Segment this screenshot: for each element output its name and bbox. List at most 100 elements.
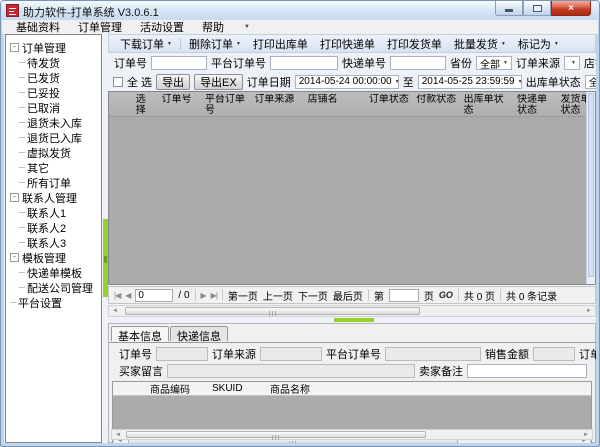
select-all-checkbox[interactable] [113, 77, 123, 87]
grip-icon [289, 441, 298, 443]
detail-order-no-input[interactable] [156, 347, 208, 361]
sidebar-item-return-not-in[interactable]: 退货未入库 [6, 115, 101, 130]
sidebar-item-delivery-company[interactable]: 配送公司管理 [6, 280, 101, 295]
last-page-icon[interactable]: ▶| [211, 291, 217, 300]
collapse-icon[interactable]: - [10, 193, 19, 202]
col-express-status[interactable]: 快递单状态 [514, 94, 557, 116]
splitter-handle[interactable] [334, 318, 374, 322]
scrollbar-thumb[interactable] [588, 93, 594, 277]
total-pages-text: 共 0 页 [464, 288, 495, 303]
sidebar-item-platform-settings[interactable]: 平台设置 [6, 295, 101, 310]
order-source-select[interactable]: ▼ [564, 56, 580, 70]
sidebar-item-template-management[interactable]: -模板管理 [6, 250, 101, 265]
detail-order-source-input[interactable] [260, 347, 322, 361]
menu-help[interactable]: 帮助 [202, 19, 234, 35]
go-button[interactable]: GO [439, 290, 453, 300]
menu-activity-settings[interactable]: 活动设置 [140, 19, 194, 35]
export-button[interactable]: 导出 [156, 74, 190, 90]
print-shipping-button[interactable]: 打印发货单 [381, 36, 448, 52]
first-page-icon[interactable]: |◀ [114, 291, 120, 300]
sku-col-product-code[interactable]: 商品编码 [147, 381, 209, 396]
mark-as-button[interactable]: 标记为▼ [512, 36, 565, 52]
scroll-left-icon[interactable]: ◄ [109, 306, 121, 316]
sku-grid-header: 商品编码 SKUID 商品名称 [113, 382, 591, 396]
col-order-status[interactable]: 订单状态 [366, 94, 413, 116]
panel-horizontal-scrollbar[interactable]: ◄ ► [111, 429, 593, 440]
last-page-link[interactable]: 最后页 [333, 288, 363, 303]
sidebar-item-all-orders[interactable]: 所有订单 [6, 175, 101, 190]
col-select[interactable]: 选择 [133, 94, 159, 116]
next-page-icon[interactable]: ▶ [201, 291, 206, 300]
scroll-right-icon[interactable]: ► [583, 306, 595, 316]
col-order-source[interactable]: 订单来源 [251, 94, 304, 116]
grid-horizontal-scrollbar[interactable]: ◄ ► [108, 305, 596, 317]
platform-order-no-input[interactable] [270, 56, 338, 70]
detail-sales-amount-input[interactable] [533, 347, 575, 361]
menu-base-data[interactable]: 基础资料 [16, 19, 70, 35]
close-button[interactable]: × [551, 1, 591, 16]
scroll-right-icon[interactable]: ► [580, 430, 592, 439]
order-no-input[interactable] [151, 56, 207, 70]
tab-basic-info[interactable]: 基本信息 [111, 326, 169, 341]
export-ex-button[interactable]: 导出EX [194, 74, 243, 90]
scroll-left-icon[interactable]: ◄ [112, 430, 124, 439]
sidebar-item-contacts-management[interactable]: -联系人管理 [6, 190, 101, 205]
horizontal-splitter[interactable] [108, 318, 596, 322]
delete-orders-button[interactable]: 删除订单▼ [183, 36, 247, 52]
batch-ship-button[interactable]: 批量发货▼ [448, 36, 512, 52]
seller-note-input[interactable] [467, 364, 587, 378]
current-page-input[interactable] [135, 289, 173, 302]
download-orders-button[interactable]: 下载订单▼ [114, 36, 178, 52]
date-to-picker[interactable]: 2014-05-25 23:59:59▼ [418, 75, 522, 89]
express-no-input[interactable] [390, 56, 446, 70]
tab-express-info[interactable]: 快递信息 [170, 326, 228, 341]
print-outbound-button[interactable]: 打印出库单 [247, 36, 314, 52]
detail-platform-order-no-input[interactable] [385, 347, 481, 361]
col-payment-status[interactable]: 付款状态 [413, 94, 460, 116]
date-from-picker[interactable]: 2014-05-24 00:00:00▼ [295, 75, 399, 89]
sidebar-item-other[interactable]: 其它 [6, 160, 101, 175]
buyer-message-input[interactable] [167, 364, 415, 378]
col-shop-name[interactable]: 店铺名 [305, 94, 366, 116]
goto-page-input[interactable] [389, 289, 419, 302]
menu-bar: 基础资料 订单管理 活动设置 帮助 ▼ [2, 20, 598, 34]
tree-line [19, 212, 25, 213]
maximize-button[interactable] [523, 1, 551, 16]
sidebar-item-shipped[interactable]: 已发货 [6, 70, 101, 85]
main-area: 下载订单▼ 删除订单▼ 打印出库单 打印快递单 打印发货单 批量发货▼ 标记为▼… [108, 34, 596, 443]
scrollbar-thumb[interactable] [126, 431, 426, 438]
sidebar-item-express-template[interactable]: 快递单模板 [6, 265, 101, 280]
sidebar-item-virtual-ship[interactable]: 虚拟发货 [6, 145, 101, 160]
menu-order-management[interactable]: 订单管理 [78, 19, 132, 35]
col-order-no[interactable]: 订单号 [158, 94, 201, 116]
sidebar-item-order-management[interactable]: -订单管理 [6, 40, 101, 55]
total-records-text: 共 0 条记录 [506, 288, 557, 303]
close-icon: × [568, 3, 574, 14]
col-platform-order-no[interactable]: 平台订单号 [202, 94, 251, 116]
grid-vertical-scrollbar[interactable] [586, 92, 595, 284]
next-page-link[interactable]: 下一页 [298, 288, 328, 303]
col-outbound-status[interactable]: 出库单状态 [461, 94, 514, 116]
sidebar-item-return-in[interactable]: 退货已入库 [6, 130, 101, 145]
sidebar-item-contact2[interactable]: 联系人2 [6, 220, 101, 235]
outbound-status-select[interactable]: 全部▼ [585, 75, 596, 89]
collapse-icon[interactable]: - [10, 43, 19, 52]
prev-page-link[interactable]: 上一页 [263, 288, 293, 303]
sidebar-item-contact1[interactable]: 联系人1 [6, 205, 101, 220]
print-express-button[interactable]: 打印快递单 [314, 36, 381, 52]
sidebar-item-contact3[interactable]: 联系人3 [6, 235, 101, 250]
menu-dropdown-icon[interactable]: ▼ [244, 24, 250, 30]
sidebar-item-cancelled[interactable]: 已取消 [6, 100, 101, 115]
scrollbar-thumb[interactable] [125, 307, 420, 315]
minimize-button[interactable] [495, 1, 523, 16]
collapse-icon[interactable]: - [10, 253, 19, 262]
sidebar-item-pending-ship[interactable]: 待发货 [6, 55, 101, 70]
client-area: -订单管理 待发货 已发货 已妥投 已取消 退货未入库 退货已入库 虚拟发货 其… [4, 34, 596, 443]
sku-col-skuid[interactable]: SKUID [209, 383, 267, 394]
sidebar-item-delivered[interactable]: 已妥投 [6, 85, 101, 100]
sku-col-product-name[interactable]: 商品名称 [267, 381, 387, 396]
first-page-link[interactable]: 第一页 [228, 288, 258, 303]
separator [500, 289, 501, 301]
province-select[interactable]: 全部▼ [476, 56, 512, 70]
prev-page-icon[interactable]: ◀ [125, 291, 130, 300]
